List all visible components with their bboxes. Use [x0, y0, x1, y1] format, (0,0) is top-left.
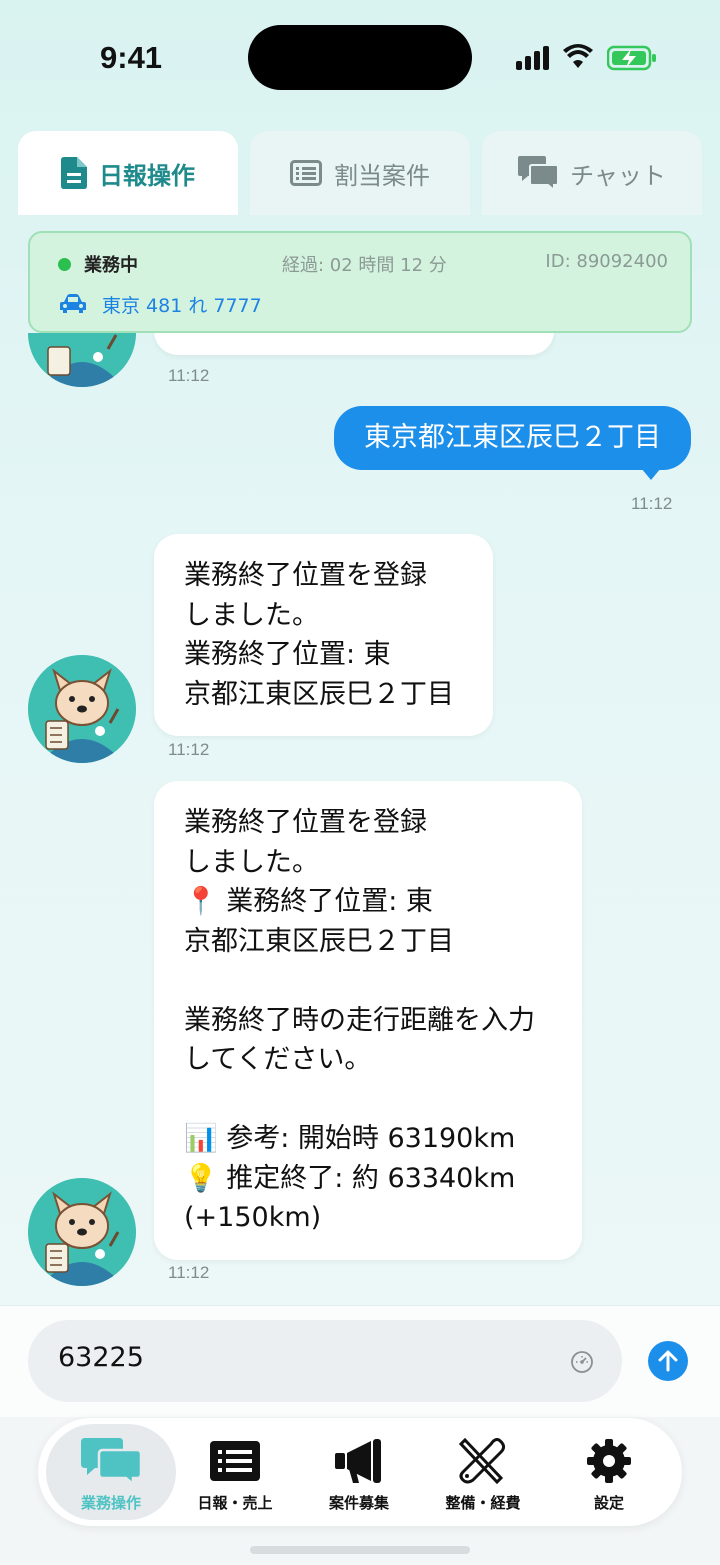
megaphone-icon: [335, 1439, 381, 1483]
elapsed-time: 経過: 02 時間 12 分: [282, 255, 447, 276]
dog-mascot-icon: [28, 655, 136, 763]
message-time: 11:12: [168, 740, 210, 759]
message-time: 11:12: [168, 1263, 210, 1282]
chat-messages: 11:12 東京都江東区辰巳２丁目 11:12 業務終了位置を登録 しました。 …: [0, 333, 720, 1305]
nav-label: 案件募集: [328, 1494, 389, 1512]
battery-icon: [607, 45, 656, 71]
car-icon: [60, 294, 86, 313]
nav-label: 整備・経費: [445, 1494, 521, 1512]
tab-chat[interactable]: チャット: [482, 131, 702, 215]
chat-bubbles-icon: [81, 1438, 141, 1484]
work-status: 業務中: [84, 255, 138, 276]
list-icon: [290, 160, 322, 186]
chat-icon: [518, 156, 559, 190]
bot-message-bubble: 業務終了位置を登録 しました。 業務終了位置: 東 京都江東区辰巳２丁目: [154, 534, 493, 736]
tab-assigned-jobs[interactable]: 割当案件: [250, 131, 470, 215]
driver-id: ID: 89092400: [545, 251, 668, 272]
nav-daily-sales[interactable]: 日報・売上: [170, 1424, 300, 1520]
dog-mascot-icon: [28, 1178, 136, 1286]
vehicle-plate: 東京 481 れ 7777: [102, 294, 262, 317]
nav-business-ops[interactable]: 業務操作: [46, 1424, 176, 1520]
tab-label: チャット: [570, 161, 666, 190]
odometer-input-box[interactable]: [28, 1320, 622, 1402]
bot-message-bubble: [154, 333, 554, 355]
arrow-up-icon: [658, 1350, 678, 1372]
bubble-tail: [641, 468, 661, 480]
list-icon: [210, 1441, 260, 1481]
bot-message-bubble: 業務終了位置を登録 しました。 📍 業務終了位置: 東 京都江東区辰巳２丁目 業…: [154, 781, 582, 1260]
tab-label: 割当案件: [334, 161, 430, 190]
nav-settings[interactable]: 設定: [544, 1424, 674, 1520]
message-time: 11:12: [168, 366, 210, 385]
odometer-input[interactable]: [58, 1342, 538, 1373]
bottom-nav: 業務操作 日報・売上 案件募集 整備・経費 設定: [38, 1418, 682, 1526]
status-bar: 9:41: [0, 0, 720, 115]
dog-mascot-icon: [28, 333, 136, 387]
nav-label: 日報・売上: [197, 1494, 273, 1512]
tab-label: 日報操作: [99, 161, 195, 190]
nav-label: 業務操作: [80, 1494, 141, 1512]
status-dot: [58, 258, 71, 271]
bot-avatar: [28, 1178, 136, 1286]
bot-avatar: [28, 333, 136, 387]
nav-job-recruit[interactable]: 案件募集: [294, 1424, 424, 1520]
gear-icon: [587, 1439, 631, 1483]
tools-icon: [459, 1438, 506, 1484]
bot-avatar: [28, 655, 136, 763]
speedometer-icon[interactable]: [570, 1350, 594, 1374]
document-icon: [61, 157, 87, 189]
nav-maintenance-expense[interactable]: 整備・経費: [418, 1424, 548, 1520]
home-indicator: [250, 1546, 470, 1554]
wifi-icon: [563, 44, 593, 68]
send-button[interactable]: [648, 1341, 688, 1381]
nav-label: 設定: [593, 1494, 624, 1512]
user-message-bubble: 東京都江東区辰巳２丁目: [334, 406, 691, 480]
tab-daily-report[interactable]: 日報操作: [18, 131, 238, 215]
work-status-banner: 業務中 経過: 02 時間 12 分 ID: 89092400 東京 481 れ…: [28, 231, 692, 333]
message-time: 11:12: [631, 494, 673, 513]
signal-icon: [516, 46, 552, 70]
message-composer: [0, 1305, 720, 1417]
user-message-text: 東京都江東区辰巳２丁目: [364, 422, 661, 453]
dynamic-island: [248, 25, 472, 90]
status-time: 9:41: [100, 40, 163, 75]
